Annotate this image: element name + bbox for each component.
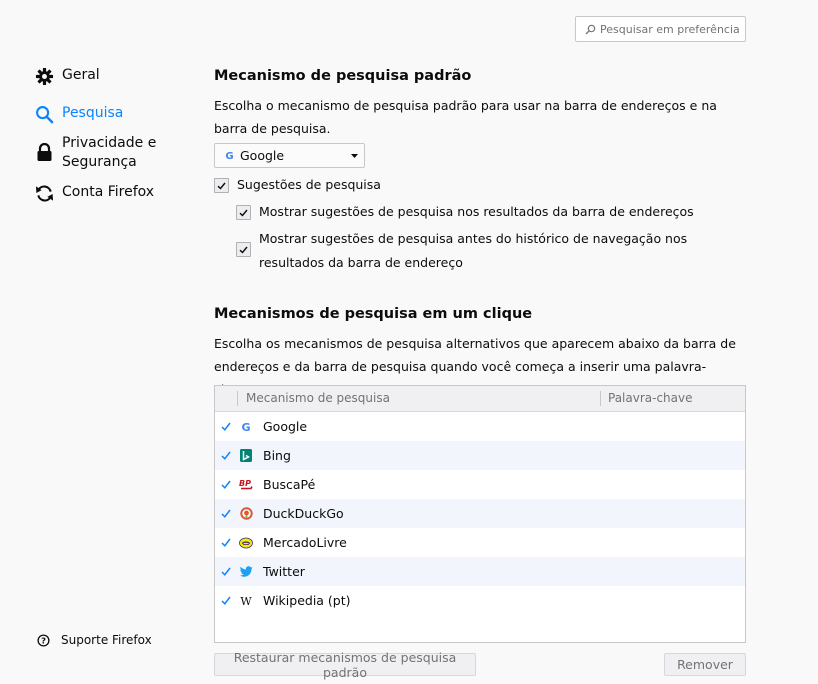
urlbar-suggestions-label: Mostrar sugestões de pesquisa nos result… [259,204,694,219]
gear-icon [34,66,54,86]
engine-name: MercadoLivre [263,535,347,550]
urlbar-suggestions-checkbox[interactable] [236,205,251,220]
svg-text:G: G [241,421,250,433]
svg-text:?: ? [41,635,46,645]
sidebar-item-label: Geral [62,67,100,83]
suggestions-before-history-checkbox[interactable] [236,242,251,257]
checkmark-icon[interactable] [221,596,231,605]
default-engine-select[interactable]: G Google [214,143,365,168]
table-row[interactable]: BP BuscaPé [215,470,745,499]
table-row[interactable]: DuckDuckGo [215,499,745,528]
checkmark-icon[interactable] [221,509,231,518]
search-suggestions-checkbox[interactable] [214,178,229,193]
preferences-search-box[interactable] [575,16,746,42]
default-engine-title: Mecanismo de pesquisa padrão [214,68,472,84]
search-icon [34,104,54,124]
sidebar-item-privacidade[interactable]: Privacidade e Segurança [34,134,156,172]
header-engine-column[interactable]: Mecanismo de pesquisa [238,391,601,406]
sidebar-item-pesquisa[interactable]: Pesquisa [34,104,123,124]
engine-name: Twitter [263,564,305,579]
search-suggestions-row[interactable]: Sugestões de pesquisa [214,173,381,197]
sidebar: Geral Pesquisa Privacidade e Segurança C… [0,0,190,684]
default-engine-value: Google [240,148,285,163]
svg-text:G: G [225,151,233,161]
bing-icon [239,449,253,463]
svg-text:BP: BP [239,479,251,488]
duckduckgo-icon [239,507,253,521]
checkmark-icon[interactable] [221,567,231,576]
support-link[interactable]: ? Suporte Firefox [36,633,152,647]
engine-name: Bing [263,448,291,463]
twitter-icon [239,565,253,579]
table-header: Mecanismo de pesquisa Palavra-chave [215,386,745,412]
mercadolivre-icon [239,536,253,550]
sidebar-item-label: Pesquisa [62,105,124,121]
checkmark-icon[interactable] [221,451,231,460]
suggestions-before-history-row[interactable]: Mostrar sugestões de pesquisa antes do h… [236,227,746,275]
table-row[interactable]: MercadoLivre [215,528,745,557]
default-engine-description: Escolha o mecanismo de pesquisa padrão p… [214,98,717,136]
checkmark-icon[interactable] [221,422,231,431]
suggestions-before-history-label: Mostrar sugestões de pesquisa antes do h… [259,231,688,270]
header-check-column [215,391,238,406]
preferences-search-input[interactable] [600,22,740,36]
lock-icon [34,142,54,162]
one-click-title: Mecanismos de pesquisa em um clique [214,306,533,322]
engine-name: BuscaPé [263,477,316,492]
svg-text:W: W [240,595,252,607]
buscape-icon: BP [239,478,253,492]
google-icon: G [224,150,235,161]
sidebar-item-conta[interactable]: Conta Firefox [34,183,154,203]
search-icon [583,22,597,36]
urlbar-suggestions-row[interactable]: Mostrar sugestões de pesquisa nos result… [236,200,694,224]
checkmark-icon[interactable] [221,480,231,489]
remove-button[interactable]: Remover [664,653,746,676]
wikipedia-icon: W [239,594,253,608]
engine-table: Mecanismo de pesquisa Palavra-chave G Go… [214,385,746,643]
table-row[interactable]: G Google [215,412,745,441]
sidebar-item-label: Conta Firefox [62,184,155,200]
restore-defaults-button[interactable]: Restaurar mecanismos de pesquisa padrão [214,650,476,680]
sidebar-item-geral[interactable]: Geral [34,66,100,86]
support-link-label: Suporte Firefox [61,633,152,647]
engine-name: Wikipedia (pt) [263,593,351,608]
checkmark-icon[interactable] [221,538,231,547]
help-icon: ? [36,633,50,647]
engine-name: Google [263,419,308,434]
sidebar-item-label: Privacidade e Segurança [62,135,157,170]
table-row[interactable]: W Wikipedia (pt) [215,586,745,615]
engine-name: DuckDuckGo [263,506,344,521]
header-keyword-column[interactable]: Palavra-chave [601,391,693,406]
sync-icon [34,183,54,203]
search-suggestions-label: Sugestões de pesquisa [237,177,381,192]
table-row[interactable]: Twitter [215,557,745,586]
table-row[interactable]: Bing [215,441,745,470]
dropdown-arrow-icon [351,153,358,158]
google-icon: G [239,420,253,434]
